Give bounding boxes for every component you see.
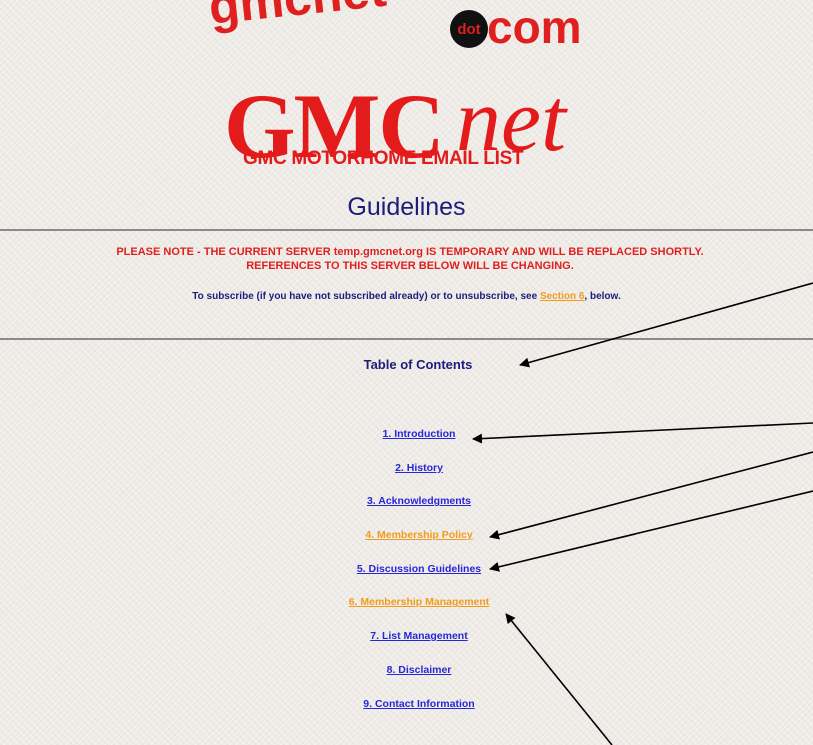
divider-top (0, 229, 813, 231)
divider-bottom (0, 338, 813, 340)
toc-link-acknowledgments[interactable]: 3. Acknowledgments (367, 495, 471, 507)
toc-link-introduction[interactable]: 1. Introduction (383, 428, 456, 440)
toc-item: 2. History (0, 458, 813, 492)
page-title: Guidelines (347, 193, 466, 221)
toc-item: 5. Discussion Guidelines (0, 559, 813, 593)
toc-item: 9. Contact Information (0, 694, 813, 728)
subscribe-text-before: To subscribe (if you have not subscribed… (192, 291, 540, 302)
toc-link-discussion-guidelines[interactable]: 5. Discussion Guidelines (357, 563, 481, 575)
subscribe-text-after: , below. (584, 291, 621, 302)
page: gmcnet dot com GMC net GMC MOTORHOME EMA… (0, 0, 813, 745)
toc-item: 6. Membership Management (0, 592, 813, 626)
toc-item: 4. Membership Policy (0, 525, 813, 559)
toc-item: 3. Acknowledgments (0, 491, 813, 525)
gmcnet-logo: GMC net GMC MOTORHOME EMAIL LIST (224, 76, 594, 173)
subscribe-note: To subscribe (if you have not subscribed… (0, 291, 813, 302)
toc-item: 7. List Management (0, 626, 813, 660)
toc-link-membership-management[interactable]: 6. Membership Management (349, 596, 490, 608)
logo-subtitle: GMC MOTORHOME EMAIL LIST (243, 148, 524, 169)
toc-link-list-management[interactable]: 7. List Management (370, 630, 467, 642)
banner-dot-badge: dot (450, 10, 488, 48)
toc-heading: Table of Contents (363, 357, 473, 372)
notice-line-2: REFERENCES TO THIS SERVER BELOW WILL BE … (246, 260, 574, 272)
toc-link-membership-policy[interactable]: 4. Membership Policy (365, 529, 472, 541)
toc-list: 1. Introduction 2. History 3. Acknowledg… (0, 424, 813, 727)
notice-line-1: PLEASE NOTE - THE CURRENT SERVER temp.gm… (116, 246, 704, 258)
banner-gmcnet-text: gmcnet (206, 0, 389, 36)
section-6-link[interactable]: Section 6 (540, 291, 584, 302)
toc-link-contact-information[interactable]: 9. Contact Information (363, 698, 474, 710)
toc-item: 8. Disclaimer (0, 660, 813, 694)
toc-item: 1. Introduction (0, 424, 813, 458)
toc-link-history[interactable]: 2. History (395, 462, 443, 474)
server-notice: PLEASE NOTE - THE CURRENT SERVER temp.gm… (40, 245, 780, 273)
toc-link-disclaimer[interactable]: 8. Disclaimer (387, 664, 452, 676)
dot-com-banner: gmcnet dot com (0, 0, 813, 60)
banner-com-text: com (487, 1, 582, 53)
